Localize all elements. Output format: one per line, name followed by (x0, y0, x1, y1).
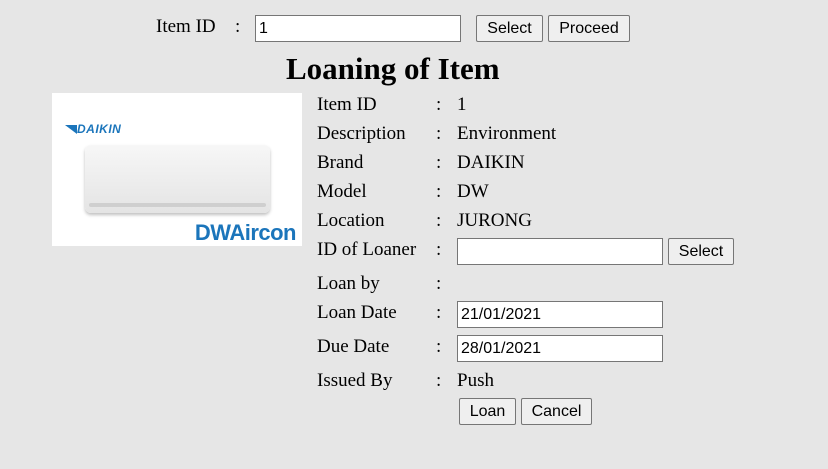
item-id-value: 1 (457, 94, 467, 115)
product-image: DAIKIN DWAircon (52, 93, 302, 246)
brand-label: Brand (317, 152, 364, 173)
description-label: Description (317, 123, 406, 144)
issued-by-colon: : (436, 370, 442, 391)
daikin-brand-logo: DAIKIN (65, 122, 121, 136)
air-conditioner-unit (85, 145, 270, 213)
unit-vent (89, 203, 266, 207)
model-colon: : (436, 181, 442, 202)
loan-by-label: Loan by (317, 273, 380, 294)
location-value: JURONG (457, 210, 532, 231)
proceed-button[interactable]: Proceed (548, 15, 630, 42)
brand-colon: : (436, 152, 442, 173)
description-value: Environment (457, 123, 557, 144)
daikin-logo-icon (65, 125, 77, 134)
item-id-label: Item ID (317, 94, 377, 115)
top-item-id-colon: : (235, 16, 241, 37)
loan-button[interactable]: Loan (459, 398, 516, 425)
due-date-input[interactable] (457, 335, 663, 362)
item-id-colon: : (436, 94, 442, 115)
issued-by-value: Push (457, 370, 494, 391)
due-date-label: Due Date (317, 336, 390, 357)
loaner-select-button[interactable]: Select (668, 238, 734, 265)
cancel-button[interactable]: Cancel (521, 398, 592, 425)
item-id-input[interactable] (255, 15, 461, 42)
model-label: Model (317, 181, 367, 202)
model-value: DW (457, 181, 489, 202)
loaner-id-colon: : (436, 239, 442, 260)
loan-date-label: Loan Date (317, 302, 397, 323)
due-date-colon: : (436, 336, 442, 357)
dw-aircon-watermark: DWAircon (194, 220, 297, 245)
description-colon: : (436, 123, 442, 144)
loaner-id-input[interactable] (457, 238, 663, 265)
top-item-id-label: Item ID (156, 16, 216, 37)
item-select-button[interactable]: Select (476, 15, 543, 42)
page-title: Loaning of Item (286, 51, 500, 86)
loan-date-input[interactable] (457, 301, 663, 328)
location-colon: : (436, 210, 442, 231)
issued-by-label: Issued By (317, 370, 393, 391)
loaner-id-label: ID of Loaner (317, 239, 417, 260)
location-label: Location (317, 210, 385, 231)
loan-date-colon: : (436, 302, 442, 323)
loan-by-colon: : (436, 273, 442, 294)
brand-value: DAIKIN (457, 152, 525, 173)
